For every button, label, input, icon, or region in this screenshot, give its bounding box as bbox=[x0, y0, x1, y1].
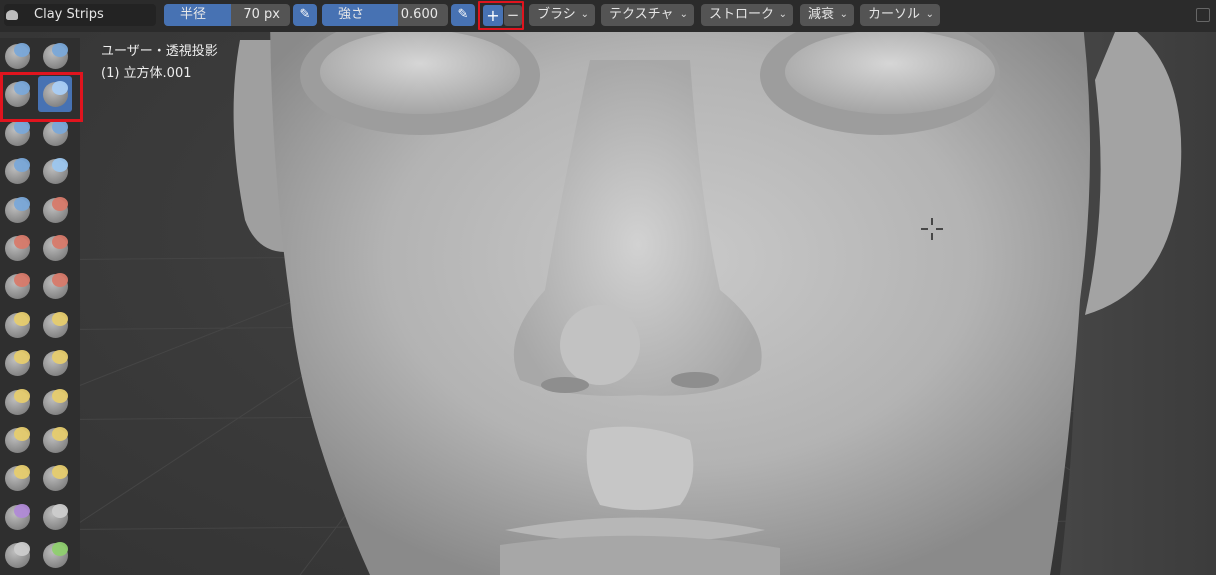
tool-thumb[interactable] bbox=[0, 384, 34, 420]
tool-pinch[interactable] bbox=[0, 307, 34, 343]
tool-multiplane-scrape[interactable] bbox=[38, 268, 72, 304]
tool-header: Clay Strips 半径 70 px ✎ 強さ 0.600 ✎ + − ブラ… bbox=[0, 0, 1216, 32]
crosshair-cursor-icon bbox=[921, 218, 943, 240]
tool-mask[interactable] bbox=[0, 537, 34, 573]
tool-crease[interactable] bbox=[0, 192, 34, 228]
strength-label: 強さ bbox=[338, 7, 365, 22]
chevron-down-icon: ⌄ bbox=[679, 9, 688, 20]
falloff-menu[interactable]: 減衰 ⌄ bbox=[800, 4, 854, 26]
strength-value: 0.600 bbox=[400, 7, 438, 22]
tool-pose[interactable] bbox=[38, 384, 72, 420]
crease-icon-accent bbox=[14, 196, 30, 211]
grab-icon-accent bbox=[52, 311, 68, 326]
options-icon bbox=[1196, 8, 1210, 22]
tool-scrape[interactable] bbox=[0, 268, 34, 304]
smooth-icon-accent bbox=[52, 196, 68, 211]
cursor-menu[interactable]: カーソル ⌄ bbox=[860, 4, 940, 26]
falloff-menu-label: 減衰 bbox=[808, 7, 835, 22]
cursor-menu-label: カーソル bbox=[868, 7, 921, 22]
draw-sharp-icon-accent bbox=[52, 43, 68, 57]
tool-nudge[interactable] bbox=[0, 422, 34, 458]
tool-simplify[interactable] bbox=[38, 499, 72, 535]
tool-draw-face-sets[interactable] bbox=[38, 537, 72, 573]
tool-draw[interactable] bbox=[0, 38, 34, 74]
header-options-button[interactable] bbox=[1196, 8, 1212, 22]
brush-menu-label: ブラシ bbox=[537, 7, 576, 22]
add-direction-button[interactable]: + bbox=[483, 5, 503, 26]
tool-fill[interactable] bbox=[38, 230, 72, 266]
pinch-icon-accent bbox=[14, 311, 30, 326]
pose-icon-accent bbox=[52, 388, 68, 403]
chevron-down-icon: ⌄ bbox=[580, 9, 589, 20]
active-tool-highlight bbox=[0, 72, 83, 122]
tool-draw-sharp[interactable] bbox=[38, 38, 72, 74]
chevron-down-icon: ⌄ bbox=[778, 9, 787, 20]
tool-rotate[interactable] bbox=[38, 422, 72, 458]
tool-grab[interactable] bbox=[38, 307, 72, 343]
brush-name-label: Clay Strips bbox=[34, 7, 104, 22]
pen-pressure-icon: ✎ bbox=[457, 7, 469, 22]
tool-flatten[interactable] bbox=[0, 230, 34, 266]
sculpted-head-mesh[interactable] bbox=[0, 0, 1216, 575]
chevron-down-icon: ⌄ bbox=[925, 9, 934, 20]
subtract-direction-button[interactable]: − bbox=[504, 5, 522, 26]
radius-pressure-button[interactable]: ✎ bbox=[293, 4, 317, 26]
thumb-icon-accent bbox=[14, 388, 30, 403]
tool-smooth[interactable] bbox=[38, 192, 72, 228]
object-label: (1) 立方体.001 bbox=[101, 66, 192, 81]
tool-snake-hook[interactable] bbox=[38, 345, 72, 381]
3d-viewport[interactable] bbox=[0, 0, 1216, 575]
tool-inflate[interactable] bbox=[0, 153, 34, 189]
radius-value: 70 px bbox=[243, 7, 280, 22]
strength-pressure-button[interactable]: ✎ bbox=[451, 4, 475, 26]
simplify-icon-accent bbox=[52, 503, 68, 518]
brush-selector[interactable]: Clay Strips bbox=[4, 4, 156, 26]
strength-slider[interactable]: 強さ 0.600 bbox=[322, 4, 448, 26]
rotate-icon-accent bbox=[52, 427, 68, 441]
texture-menu[interactable]: テクスチャ ⌄ bbox=[601, 4, 694, 26]
brush-icon bbox=[6, 10, 18, 20]
draw-icon-accent bbox=[14, 43, 30, 57]
tool-slide-relax[interactable] bbox=[0, 460, 34, 496]
stroke-menu[interactable]: ストローク ⌄ bbox=[701, 4, 793, 26]
direction-toggle-group: + − bbox=[478, 1, 524, 30]
radius-label: 半径 bbox=[180, 7, 207, 22]
fill-icon-accent bbox=[52, 235, 68, 249]
view-label: ユーザー・透視投影 bbox=[101, 44, 218, 59]
pen-pressure-icon: ✎ bbox=[299, 7, 311, 22]
tool-cloth[interactable] bbox=[0, 499, 34, 535]
tool-elastic-deform[interactable] bbox=[0, 345, 34, 381]
chevron-down-icon: ⌄ bbox=[839, 9, 848, 20]
radius-slider[interactable]: 半径 70 px bbox=[164, 4, 290, 26]
texture-menu-label: テクスチャ bbox=[609, 7, 674, 22]
brush-menu[interactable]: ブラシ ⌄ bbox=[529, 4, 595, 26]
flatten-icon-accent bbox=[14, 235, 30, 249]
tool-blob[interactable] bbox=[38, 153, 72, 189]
stroke-menu-label: ストローク bbox=[709, 7, 775, 22]
nudge-icon-accent bbox=[14, 427, 30, 441]
tool-boundary[interactable] bbox=[38, 460, 72, 496]
cloth-icon-accent bbox=[14, 503, 30, 518]
